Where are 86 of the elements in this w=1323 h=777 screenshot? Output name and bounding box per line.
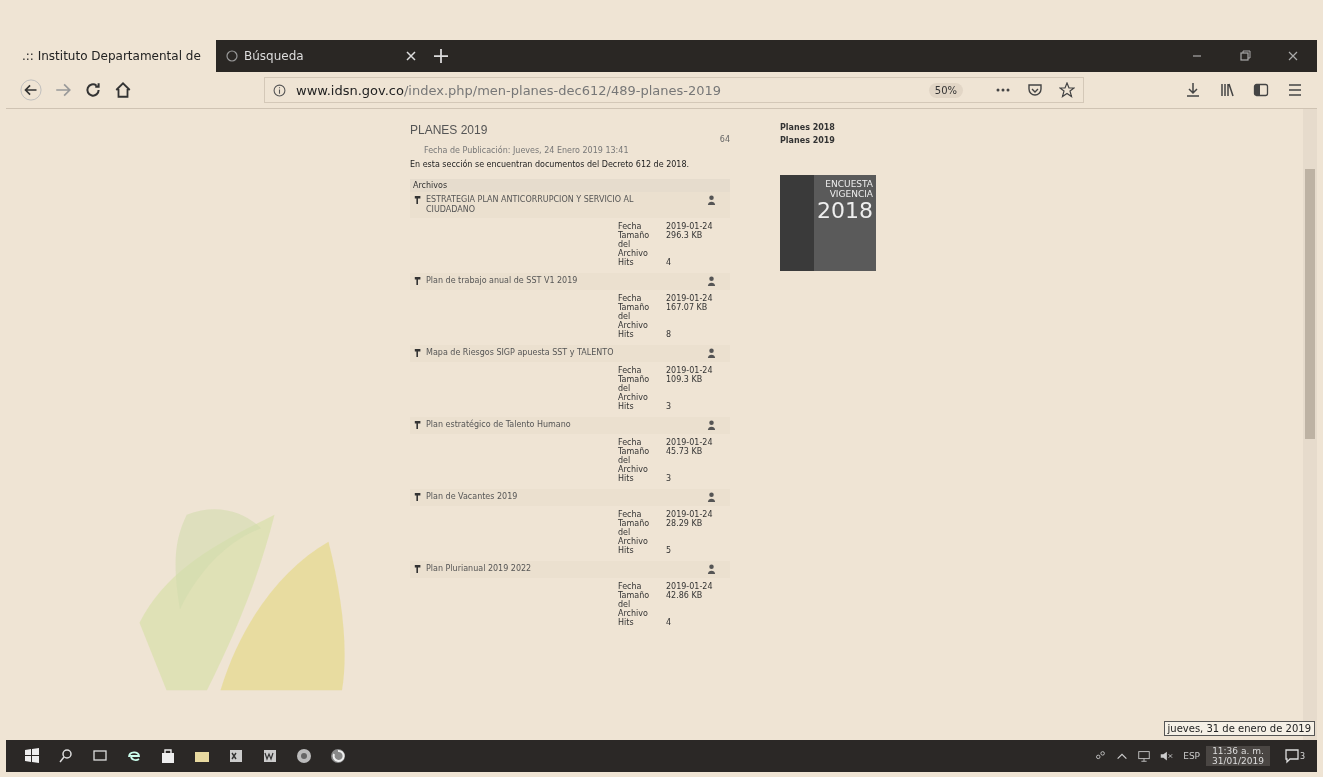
meta-label: Hits bbox=[618, 402, 635, 411]
meta-value: 28.29 KB bbox=[666, 519, 704, 530]
spreadsheet-icon[interactable] bbox=[228, 748, 244, 764]
meta-label: Hits bbox=[618, 258, 635, 267]
meta-value: 45.73 KB bbox=[666, 447, 704, 458]
reload-icon[interactable] bbox=[84, 81, 102, 99]
meta-value: 2019-01-24 bbox=[666, 510, 714, 519]
meta-value: 8 bbox=[666, 330, 673, 339]
library-icon[interactable] bbox=[1219, 82, 1235, 98]
download-icon[interactable] bbox=[707, 276, 716, 287]
meta-label: Fecha bbox=[618, 510, 643, 519]
zoom-badge[interactable]: 50% bbox=[928, 82, 963, 98]
meta-value: 2019-01-24 bbox=[666, 582, 714, 591]
meta-value: 4 bbox=[666, 618, 673, 627]
meta-value: 2019-01-24 bbox=[666, 438, 714, 447]
close-icon[interactable] bbox=[1287, 50, 1299, 62]
back-icon[interactable] bbox=[20, 79, 42, 101]
meta-label: Hits bbox=[618, 618, 635, 627]
meta-label: Tamaño del Archivo bbox=[618, 303, 651, 330]
browser-tab[interactable]: Búsqueda bbox=[216, 40, 426, 72]
meta-label: Hits bbox=[618, 546, 635, 555]
meta-label: Hits bbox=[618, 330, 635, 339]
star-icon[interactable] bbox=[1059, 82, 1075, 98]
meta-value: 2019-01-24 bbox=[666, 222, 714, 231]
new-tab-icon[interactable] bbox=[434, 49, 448, 63]
download-icon[interactable] bbox=[707, 348, 716, 359]
start-icon[interactable] bbox=[24, 748, 40, 764]
meta-label: Fecha bbox=[618, 366, 643, 375]
notification-icon bbox=[1283, 748, 1300, 764]
download-icon[interactable] bbox=[1185, 82, 1201, 98]
language-indicator[interactable]: ESP bbox=[1183, 751, 1201, 761]
sidebar-icon[interactable] bbox=[1253, 82, 1269, 98]
notifications-button[interactable]: 3 bbox=[1281, 746, 1307, 766]
meta-value: 167.07 KB bbox=[666, 303, 709, 314]
meta-value: 2019-01-24 bbox=[666, 294, 714, 303]
meta-label: Fecha bbox=[618, 294, 643, 303]
download-icon[interactable] bbox=[707, 564, 716, 575]
info-icon bbox=[273, 83, 286, 97]
network-icon[interactable] bbox=[1137, 749, 1152, 763]
meta-value: 4 bbox=[666, 258, 673, 267]
intro-text: En esta sección se encuentran documentos del Decreto 612 de 2018. bbox=[410, 160, 691, 169]
meta-label: Tamaño del Archivo bbox=[618, 519, 651, 546]
restore-icon[interactable] bbox=[1239, 50, 1251, 62]
meta-label: Fecha bbox=[618, 438, 643, 447]
document-icon[interactable] bbox=[262, 748, 278, 764]
meta-label: Fecha bbox=[618, 222, 643, 231]
publish-date: Fecha de Publicación: Jueves, 24 Enero 2019 13:41 bbox=[424, 146, 630, 155]
meta-value: 109.3 KB bbox=[666, 375, 704, 386]
task-view-icon[interactable] bbox=[92, 748, 108, 764]
meta-label: Tamaño del Archivo bbox=[618, 591, 651, 618]
meta-value: 42.86 KB bbox=[666, 591, 704, 602]
survey-banner[interactable]: ENCUESTA VIGENCIA 2018 bbox=[780, 175, 876, 271]
search-icon[interactable] bbox=[58, 748, 74, 764]
download-icon[interactable] bbox=[707, 195, 716, 206]
meta-value: 5 bbox=[666, 546, 673, 555]
meta-label: Fecha bbox=[618, 582, 643, 591]
sidebar-link[interactable]: Planes 2018 bbox=[780, 123, 876, 132]
browser-tab[interactable]: .:: Instituto Departamental de bbox=[6, 40, 216, 72]
meta-label: Tamaño del Archivo bbox=[618, 375, 651, 402]
hits-count: 64 bbox=[719, 135, 730, 144]
notification-count: 3 bbox=[1299, 751, 1305, 761]
meta-value: 2019-01-24 bbox=[666, 366, 714, 375]
globe-icon bbox=[226, 50, 238, 62]
sidebar-link[interactable]: Planes 2019 bbox=[780, 136, 876, 145]
banner-text: VIGENCIA bbox=[829, 189, 873, 199]
download-icon[interactable] bbox=[707, 420, 716, 431]
meta-value: 296.3 KB bbox=[666, 231, 704, 242]
banner-text: ENCUESTA bbox=[825, 179, 873, 189]
pocket-icon[interactable] bbox=[1027, 82, 1043, 98]
download-icon[interactable] bbox=[707, 492, 716, 503]
meta-value: 3 bbox=[666, 474, 673, 483]
address-bar[interactable]: www.idsn.gov.co/index.php/men-planes-dec612/489-planes-2019 50% bbox=[264, 77, 1084, 103]
home-icon[interactable] bbox=[114, 81, 132, 99]
menu-icon[interactable] bbox=[1287, 82, 1303, 98]
edge-browser-icon[interactable] bbox=[126, 748, 142, 764]
banner-year: 2018 bbox=[817, 199, 873, 223]
meta-label: Tamaño del Archivo bbox=[618, 447, 651, 474]
muted-speaker-icon[interactable] bbox=[1159, 749, 1174, 763]
meta-label: Tamaño del Archivo bbox=[618, 231, 651, 258]
date-tooltip: jueves, 31 de enero de 2019 bbox=[1163, 721, 1315, 736]
store-icon[interactable] bbox=[160, 748, 176, 764]
files-heading: Archivos bbox=[410, 179, 730, 192]
clock[interactable]: 11:36 a. m. 31/01/2019 bbox=[1206, 746, 1270, 766]
article-title: PLANES 2019 bbox=[410, 123, 488, 137]
meta-label: Hits bbox=[618, 474, 635, 483]
meta-value: 3 bbox=[666, 402, 673, 411]
